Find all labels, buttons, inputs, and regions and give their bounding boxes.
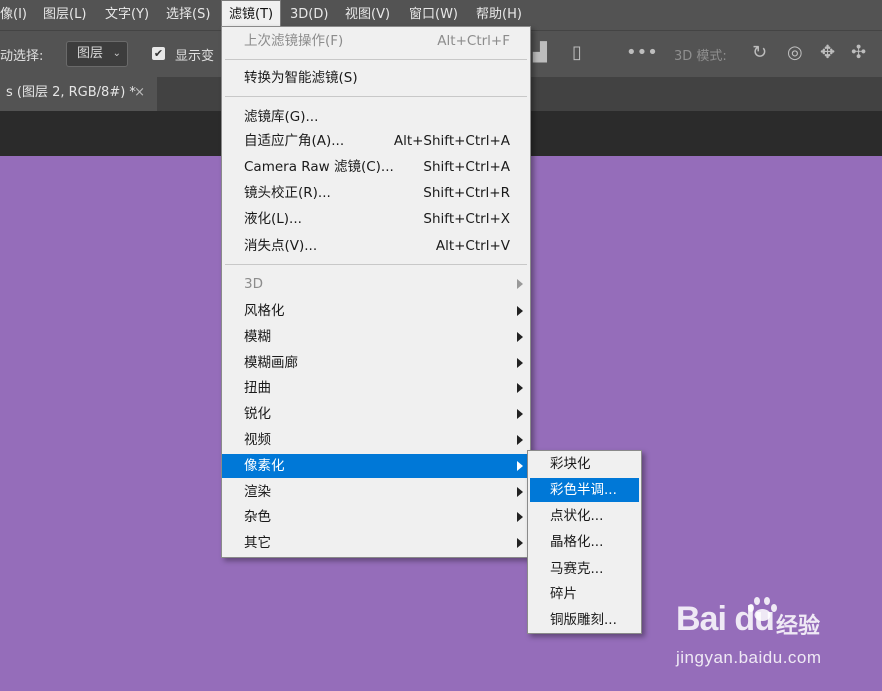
menu-filter[interactable]: 滤镜(T) — [221, 0, 282, 29]
menu-select[interactable]: 选择(S) — [159, 0, 217, 30]
submenu-item-facet[interactable]: 彩块化 — [528, 452, 641, 476]
submenu-arrow-icon — [517, 435, 523, 445]
menu-item-vanishing-point[interactable]: 消失点(V)... Alt+Ctrl+V — [222, 234, 530, 258]
3d-roll-icon[interactable]: ◎ — [787, 42, 803, 63]
menu-item-blur[interactable]: 模糊 — [222, 325, 530, 349]
auto-select-dropdown[interactable]: 图层 ⌄ — [66, 41, 128, 67]
menu-item-stylize[interactable]: 风格化 — [222, 299, 530, 323]
submenu-item-crystallize[interactable]: 晶格化... — [528, 530, 641, 554]
submenu-arrow-icon — [517, 512, 523, 522]
submenu-arrow-icon — [517, 306, 523, 316]
menu-item-render[interactable]: 渲染 — [222, 480, 530, 504]
menu-layer[interactable]: 图层(L) — [36, 0, 93, 30]
watermark-cn: 经验 — [776, 614, 821, 639]
submenu-item-mosaic[interactable]: 马赛克... — [528, 557, 641, 581]
paw-logo-icon — [748, 597, 777, 621]
menu-type[interactable]: 文字(Y) — [98, 0, 156, 30]
filter-menu: 上次滤镜操作(F) Alt+Ctrl+F 转换为智能滤镜(S) 滤镜库(G)...… — [221, 26, 531, 558]
show-transform-label: 显示变 — [175, 49, 215, 64]
auto-select-value: 图层 — [77, 46, 104, 61]
auto-select-label: 动选择: — [0, 49, 44, 64]
mode-3d-label: 3D 模式: — [674, 49, 727, 64]
watermark-url: jingyan.baidu.com — [676, 648, 822, 667]
close-icon[interactable]: × — [134, 77, 145, 109]
submenu-arrow-icon — [517, 279, 523, 289]
menu-item-camera-raw[interactable]: Camera Raw 滤镜(C)... Shift+Ctrl+A — [222, 155, 530, 179]
menu-item-filter-gallery[interactable]: 滤镜库(G)... — [222, 105, 530, 129]
menu-item-adaptive-wide-angle[interactable]: 自适应广角(A)... Alt+Shift+Ctrl+A — [222, 129, 530, 153]
submenu-arrow-icon — [517, 383, 523, 393]
menu-item-liquify[interactable]: 液化(L)... Shift+Ctrl+X — [222, 207, 530, 231]
document-tab-title: s (图层 2, RGB/8#) * — [6, 85, 136, 100]
menu-separator — [225, 264, 527, 265]
menu-item-pixelate[interactable]: 像素化 — [222, 454, 530, 478]
submenu-arrow-icon — [517, 487, 523, 497]
menu-item-sharpen[interactable]: 锐化 — [222, 402, 530, 426]
align-bottom-icon[interactable]: ▟ — [533, 42, 547, 63]
document-tab[interactable]: s (图层 2, RGB/8#) * × — [0, 77, 157, 111]
menu-item-last-filter: 上次滤镜操作(F) Alt+Ctrl+F — [244, 33, 510, 49]
submenu-item-mezzotint[interactable]: 铜版雕刻... — [528, 608, 641, 632]
distribute-icon[interactable]: ▯ — [572, 42, 582, 63]
more-options-icon[interactable]: ••• — [626, 42, 658, 63]
3d-slide-icon[interactable]: ✣ — [851, 42, 866, 63]
chevron-down-icon: ⌄ — [112, 48, 121, 59]
submenu-arrow-icon — [517, 409, 523, 419]
menu-item-lens-correction[interactable]: 镜头校正(R)... Shift+Ctrl+R — [222, 181, 530, 205]
menu-item-other[interactable]: 其它 — [222, 531, 530, 555]
pixelate-submenu: 彩块化 彩色半调... 点状化... 晶格化... 马赛克... 碎片 铜版雕刻… — [527, 450, 642, 634]
submenu-item-color-halftone[interactable]: 彩色半调... — [530, 478, 639, 502]
menu-separator — [225, 96, 527, 97]
submenu-item-fragment[interactable]: 碎片 — [528, 582, 641, 606]
submenu-arrow-icon — [517, 358, 523, 368]
submenu-arrow-icon — [517, 332, 523, 342]
menu-item-video[interactable]: 视频 — [222, 428, 530, 452]
menu-item-blur-gallery[interactable]: 模糊画廊 — [222, 351, 530, 375]
submenu-arrow-icon — [517, 538, 523, 548]
menu-image[interactable]: 像(I) — [0, 0, 34, 30]
menu-item-noise[interactable]: 杂色 — [222, 505, 530, 529]
3d-pan-icon[interactable]: ✥ — [820, 42, 835, 63]
menu-separator — [225, 59, 527, 60]
submenu-arrow-icon — [517, 461, 523, 471]
3d-orbit-icon[interactable]: ↻ — [752, 42, 767, 63]
menu-item-convert-smart-filter[interactable]: 转换为智能滤镜(S) — [222, 66, 530, 90]
menu-item-distort[interactable]: 扭曲 — [222, 376, 530, 400]
menu-item-3d: 3D — [222, 272, 530, 296]
submenu-item-pointillize[interactable]: 点状化... — [528, 504, 641, 528]
show-transform-checkbox[interactable]: ✔ — [152, 47, 165, 60]
